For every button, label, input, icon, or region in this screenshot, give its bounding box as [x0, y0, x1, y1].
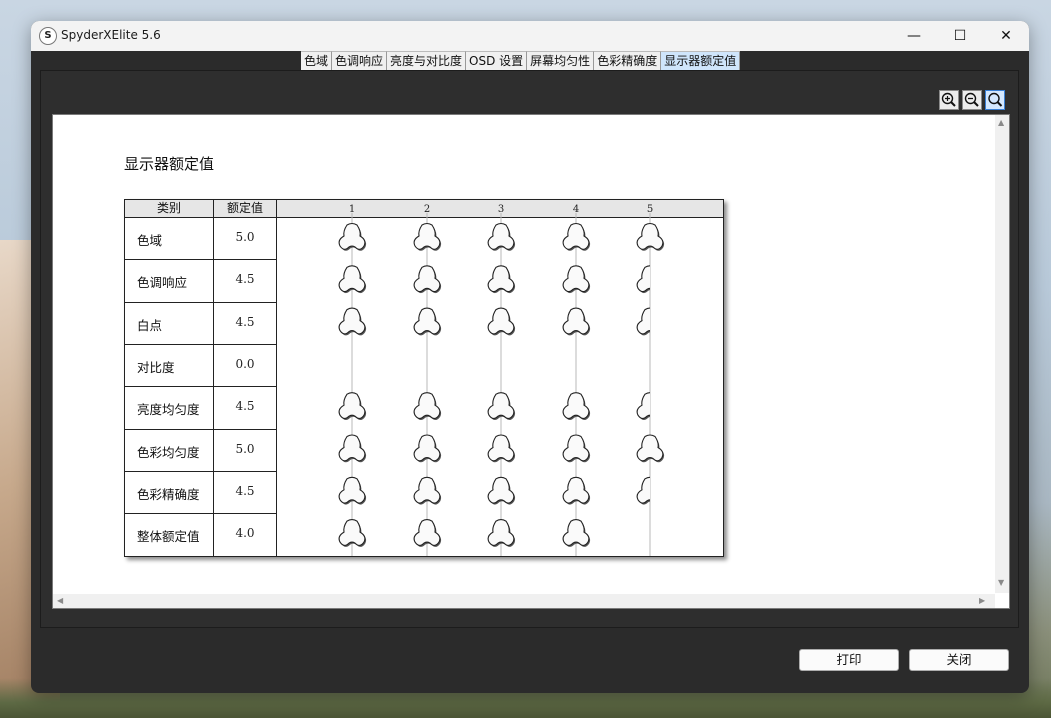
report-viewport[interactable]: 显示器额定值 类别 额定值 12345 色域 5.0 色调响应 4.5 白点 4.5 对比度… [52, 114, 1010, 609]
rating-mark [562, 392, 591, 420]
rating-mark [562, 434, 591, 463]
rating-mark [413, 392, 442, 420]
rating-mark [487, 476, 516, 505]
tab-osd-settings[interactable]: OSD 设置 [466, 51, 528, 71]
row-divider [125, 513, 277, 515]
rating-mark [413, 434, 442, 463]
row-rating-value: 4.0 [235, 526, 255, 541]
row-rating-value: 4.5 [235, 314, 255, 329]
app-window: S SpyderXElite 5.6 — ☐ ✕ 色域 色调响应 亮度与对比度 … [31, 21, 1029, 693]
tab-bar: 色域 色调响应 亮度与对比度 OSD 设置 屏幕均匀性 色彩精确度 显示器额定值 [301, 51, 741, 72]
row-category-label: 色域 [137, 233, 163, 248]
rating-mark [562, 519, 591, 547]
row-category-label: 整体额定值 [137, 529, 200, 545]
rating-mark [413, 519, 442, 547]
close-button[interactable]: 关闭 [909, 649, 1009, 671]
row-category-label: 白点 [137, 317, 163, 333]
column-divider [213, 200, 214, 556]
row-rating-value: 4.5 [235, 399, 255, 414]
rating-mark [487, 519, 516, 547]
rating-mark [487, 265, 516, 294]
zoom-in-icon [941, 92, 956, 107]
vertical-scrollbar[interactable]: ▲ ▼ [995, 115, 1009, 593]
rating-mark [338, 265, 367, 294]
rating-mark [338, 222, 367, 251]
rating-mark [338, 519, 367, 547]
rating-mark [562, 222, 591, 251]
rating-chart: 12345 [338, 204, 665, 556]
header-value: 额定值 [226, 201, 263, 215]
zoom-fit-button[interactable] [985, 90, 1005, 110]
zoom-fit-icon [988, 92, 1003, 107]
rating-mark [636, 222, 665, 251]
app-logo-icon: S [39, 27, 57, 45]
scroll-right-icon[interactable]: ▶ [979, 596, 985, 605]
rating-mark [413, 265, 442, 294]
header-category: 类别 [156, 201, 181, 215]
rating-mark [562, 307, 591, 336]
horizontal-scrollbar[interactable]: ◀ ▶ [53, 594, 995, 608]
row-rating-value: 5.0 [235, 230, 255, 244]
rating-mark [413, 307, 442, 336]
zoom-in-button[interactable] [939, 90, 959, 110]
rating-mark [338, 307, 367, 336]
zoom-out-button[interactable] [962, 90, 982, 110]
rating-mark [636, 476, 650, 505]
row-category-label: 色调响应 [137, 275, 188, 291]
tab-gamut[interactable]: 色域 [301, 51, 333, 71]
close-window-button[interactable]: ✕ [983, 21, 1029, 51]
row-rating-value: 0.0 [235, 356, 255, 371]
row-divider [125, 428, 277, 430]
rating-mark [338, 434, 367, 463]
rating-mark [413, 222, 442, 251]
rating-mark [487, 222, 516, 251]
row-divider [125, 470, 277, 472]
minimize-button[interactable]: — [891, 21, 937, 51]
title-bar: S SpyderXElite 5.6 — ☐ ✕ [31, 21, 1029, 51]
report-title: 显示器额定值 [124, 155, 215, 173]
rating-mark [338, 392, 367, 420]
row-category-label: 对比度 [137, 359, 175, 375]
tab-screen-uniformity[interactable]: 屏幕均匀性 [527, 51, 595, 71]
tab-color-accuracy[interactable]: 色彩精确度 [594, 51, 662, 71]
rating-mark [636, 434, 665, 463]
tab-brightness-contrast[interactable]: 亮度与对比度 [387, 51, 467, 71]
row-divider [125, 343, 277, 345]
zoom-out-icon [964, 92, 979, 107]
window-title: SpyderXElite 5.6 [61, 28, 161, 42]
row-rating-value: 5.0 [235, 441, 255, 456]
row-category-label: 色彩均匀度 [137, 444, 200, 460]
tab-tone-response[interactable]: 色调响应 [332, 51, 388, 71]
rating-mark [487, 434, 516, 463]
scroll-down-icon[interactable]: ▼ [998, 578, 1004, 587]
print-button[interactable]: 打印 [799, 649, 899, 671]
scroll-left-icon[interactable]: ◀ [57, 596, 63, 605]
rating-mark [636, 265, 650, 294]
scroll-up-icon[interactable]: ▲ [998, 118, 1004, 127]
row-divider [125, 301, 277, 303]
rating-mark [338, 476, 367, 505]
row-rating-value: 4.5 [235, 272, 255, 287]
rating-table: 类别 额定值 12345 色域 5.0 色调响应 4.5 白点 4.5 对比度 0.0 亮度均匀… [124, 199, 724, 557]
row-divider [125, 259, 277, 261]
rating-mark [487, 307, 516, 336]
tab-display-rating[interactable]: 显示器额定值 [661, 51, 741, 72]
row-category-label: 色彩精确度 [137, 486, 200, 502]
maximize-button[interactable]: ☐ [937, 21, 983, 51]
rating-mark [413, 476, 442, 505]
rating-mark [562, 265, 591, 294]
rating-mark [562, 476, 591, 505]
row-divider [125, 386, 277, 388]
row-rating-value: 4.5 [235, 483, 255, 498]
rating-mark [487, 392, 516, 420]
row-category-label: 亮度均匀度 [137, 402, 200, 418]
rating-mark [636, 392, 650, 420]
rating-mark [636, 307, 650, 336]
